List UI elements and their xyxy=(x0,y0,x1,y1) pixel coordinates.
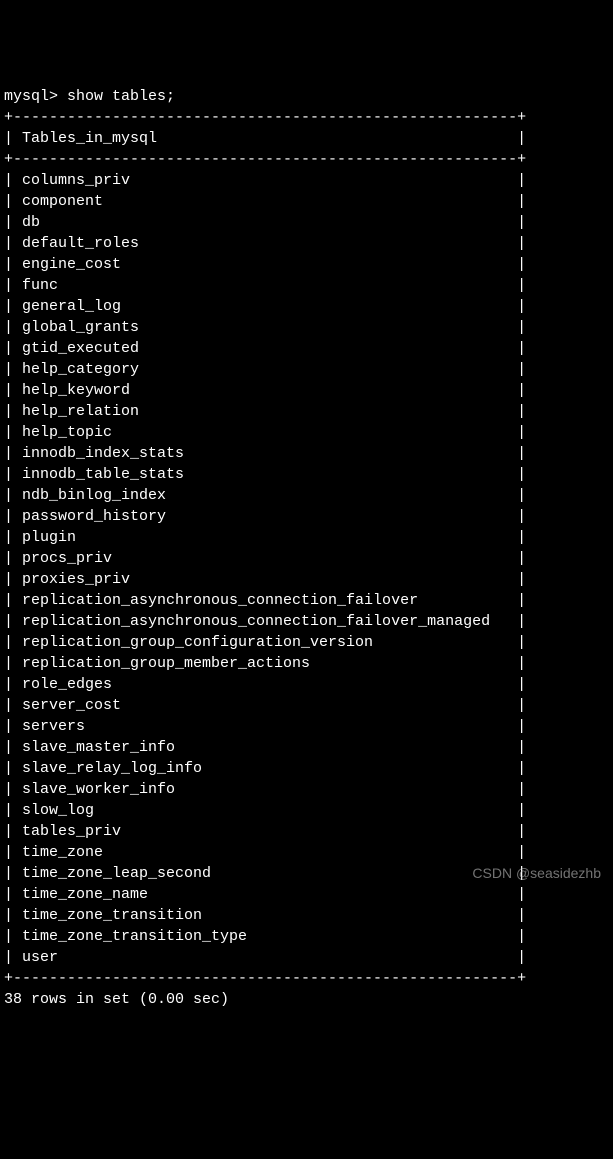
border-mid: +---------------------------------------… xyxy=(4,151,526,168)
watermark: CSDN @seasidezhb xyxy=(472,864,601,884)
prompt: mysql> xyxy=(4,88,58,105)
table-body: | columns_priv | | component | | db | | … xyxy=(4,172,526,966)
border-bottom: +---------------------------------------… xyxy=(4,970,526,987)
command-text[interactable]: show tables; xyxy=(67,88,175,105)
result-footer: 38 rows in set (0.00 sec) xyxy=(4,991,229,1008)
header-row: | Tables_in_mysql | xyxy=(4,130,526,147)
border-top: +---------------------------------------… xyxy=(4,109,526,126)
